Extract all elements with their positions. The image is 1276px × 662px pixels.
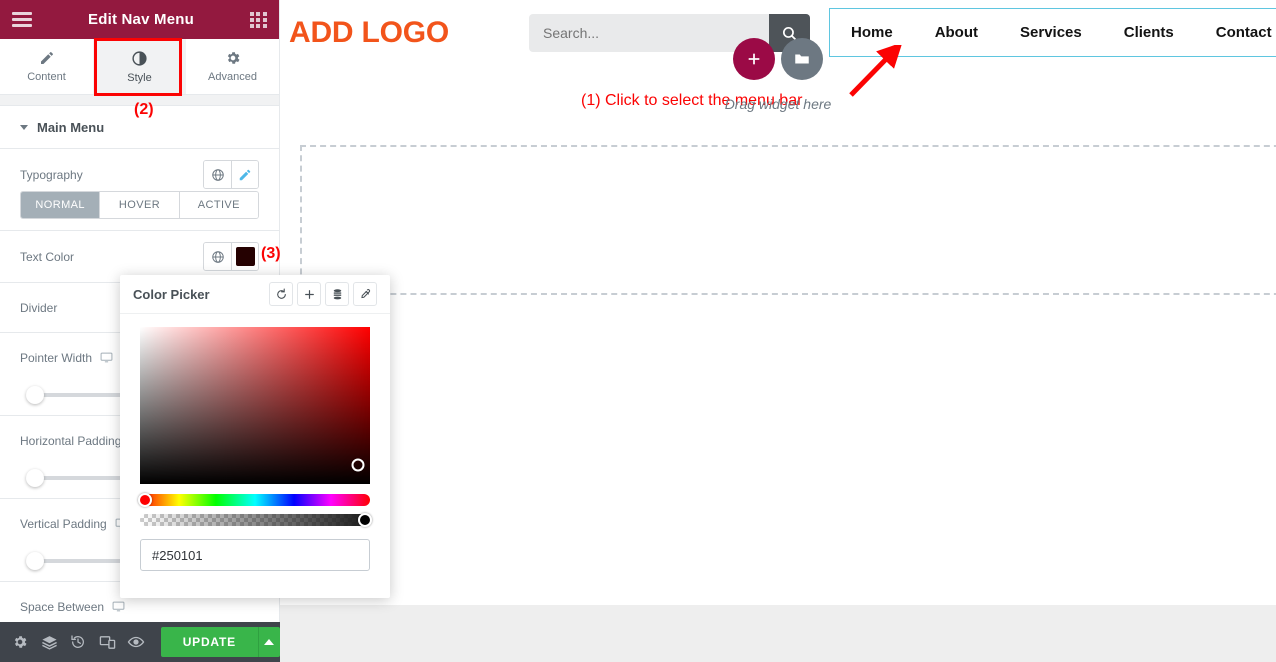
responsive-icon[interactable] xyxy=(93,622,122,662)
text-color-globe-icon[interactable] xyxy=(204,243,231,270)
history-icon-glyph xyxy=(71,635,85,648)
add-icon[interactable] xyxy=(297,282,321,306)
pencil-icon xyxy=(40,52,53,64)
eyedropper-icon[interactable] xyxy=(353,282,377,306)
desktop-icon[interactable] xyxy=(100,351,113,364)
horizontal-padding-label: Horizontal Padding xyxy=(20,433,122,448)
globe-icon-glyph xyxy=(211,168,224,181)
tab-content[interactable]: Content xyxy=(0,39,93,94)
color-picker-tools xyxy=(269,282,377,306)
color-picker-header: Color Picker xyxy=(120,275,390,314)
typography-edit-button[interactable] xyxy=(231,161,258,188)
preview-eye-icon[interactable] xyxy=(122,622,151,662)
update-button[interactable]: UPDATE xyxy=(160,627,258,657)
widget-placeholder: Drag widget here xyxy=(280,0,1276,150)
stack-icon xyxy=(333,288,341,299)
desktop-icon[interactable] xyxy=(112,600,125,613)
slider-knob[interactable] xyxy=(26,552,44,570)
chevron-down-icon xyxy=(20,125,28,130)
folder-icon xyxy=(795,54,809,64)
annotation-step-2: (2) xyxy=(134,101,154,118)
pencil-edit-icon xyxy=(239,169,251,180)
tab-advanced-label: Advanced xyxy=(208,71,257,83)
settings-icon[interactable] xyxy=(6,622,35,662)
panel-title: Edit Nav Menu xyxy=(88,11,194,28)
hue-slider-handle[interactable] xyxy=(138,493,152,507)
state-tab-hover[interactable]: HOVER xyxy=(99,192,179,218)
globe-icon xyxy=(211,250,224,263)
space-between-label: Space Between xyxy=(20,599,105,614)
state-tabs: NORMAL HOVER ACTIVE xyxy=(20,191,259,219)
widget-buttons xyxy=(733,38,823,80)
hue-slider[interactable] xyxy=(138,493,370,507)
annotation-step-3: (3) xyxy=(261,245,281,262)
gear-icon xyxy=(15,636,27,648)
history-icon[interactable] xyxy=(64,622,93,662)
tab-advanced[interactable]: Advanced xyxy=(186,39,279,94)
globe-icon[interactable] xyxy=(204,161,231,188)
tab-style[interactable]: Style xyxy=(93,39,186,94)
widget-drop-area[interactable] xyxy=(300,145,1276,295)
grid-apps-icon[interactable] xyxy=(250,11,267,28)
gear-icon xyxy=(227,52,239,64)
divider-label: Divider xyxy=(20,300,58,315)
typography-label: Typography xyxy=(20,167,83,182)
app-root: ADD LOGO Home About Services Clients Con… xyxy=(0,0,1276,662)
layers-icon[interactable] xyxy=(35,622,64,662)
layers-icon-glyph xyxy=(42,635,57,650)
panel-tabs: Content Style Advanced xyxy=(0,39,279,95)
typography-buttons xyxy=(203,160,259,189)
text-color-swatch-fill xyxy=(235,247,255,266)
color-picker-title: Color Picker xyxy=(133,286,210,302)
state-tab-active[interactable]: ACTIVE xyxy=(178,192,258,218)
color-picker-body xyxy=(120,314,390,571)
chevron-up-icon xyxy=(264,639,275,645)
slider-knob[interactable] xyxy=(26,469,44,487)
pointer-width-label: Pointer Width xyxy=(20,350,93,365)
responsive-icon-glyph xyxy=(99,635,116,649)
panel-header: Edit Nav Menu xyxy=(0,0,279,39)
vertical-padding-label: Vertical Padding xyxy=(20,516,107,531)
saturation-handle[interactable] xyxy=(351,458,365,472)
state-tab-normal[interactable]: NORMAL xyxy=(21,192,100,218)
saturation-value-area[interactable] xyxy=(140,327,370,484)
plus-icon xyxy=(748,53,760,65)
alpha-slider-handle[interactable] xyxy=(358,513,372,527)
eyedropper-icon-glyph xyxy=(360,288,370,298)
plus-icon xyxy=(304,289,314,299)
canvas-background-area xyxy=(280,605,1276,662)
reset-icon[interactable] xyxy=(269,282,293,306)
reset-icon-glyph xyxy=(276,288,286,299)
contrast-icon xyxy=(132,50,147,66)
tab-content-label: Content xyxy=(27,71,66,83)
hex-value-input[interactable] xyxy=(140,539,370,571)
drag-widget-label: Drag widget here xyxy=(724,96,832,112)
section-main-menu-label: Main Menu xyxy=(37,120,105,135)
editor-canvas: ADD LOGO Home About Services Clients Con… xyxy=(280,0,1276,662)
text-color-buttons xyxy=(203,242,259,271)
update-options-button[interactable] xyxy=(257,627,280,657)
tab-style-label: Style xyxy=(127,71,152,84)
add-widget-button[interactable] xyxy=(733,38,775,80)
template-library-button[interactable] xyxy=(781,38,823,80)
swatches-icon[interactable] xyxy=(325,282,349,306)
panel-footer: UPDATE xyxy=(0,622,280,662)
color-picker-popup[interactable]: Color Picker xyxy=(120,275,390,598)
eye-icon xyxy=(127,636,145,648)
control-typography: Typography NORMAL HOVER ACTIVE xyxy=(0,149,279,231)
text-color-swatch[interactable] xyxy=(231,243,258,270)
text-color-label: Text Color xyxy=(20,249,75,264)
slider-knob[interactable] xyxy=(26,386,44,404)
alpha-slider[interactable] xyxy=(140,513,372,527)
hamburger-icon[interactable] xyxy=(12,12,32,27)
